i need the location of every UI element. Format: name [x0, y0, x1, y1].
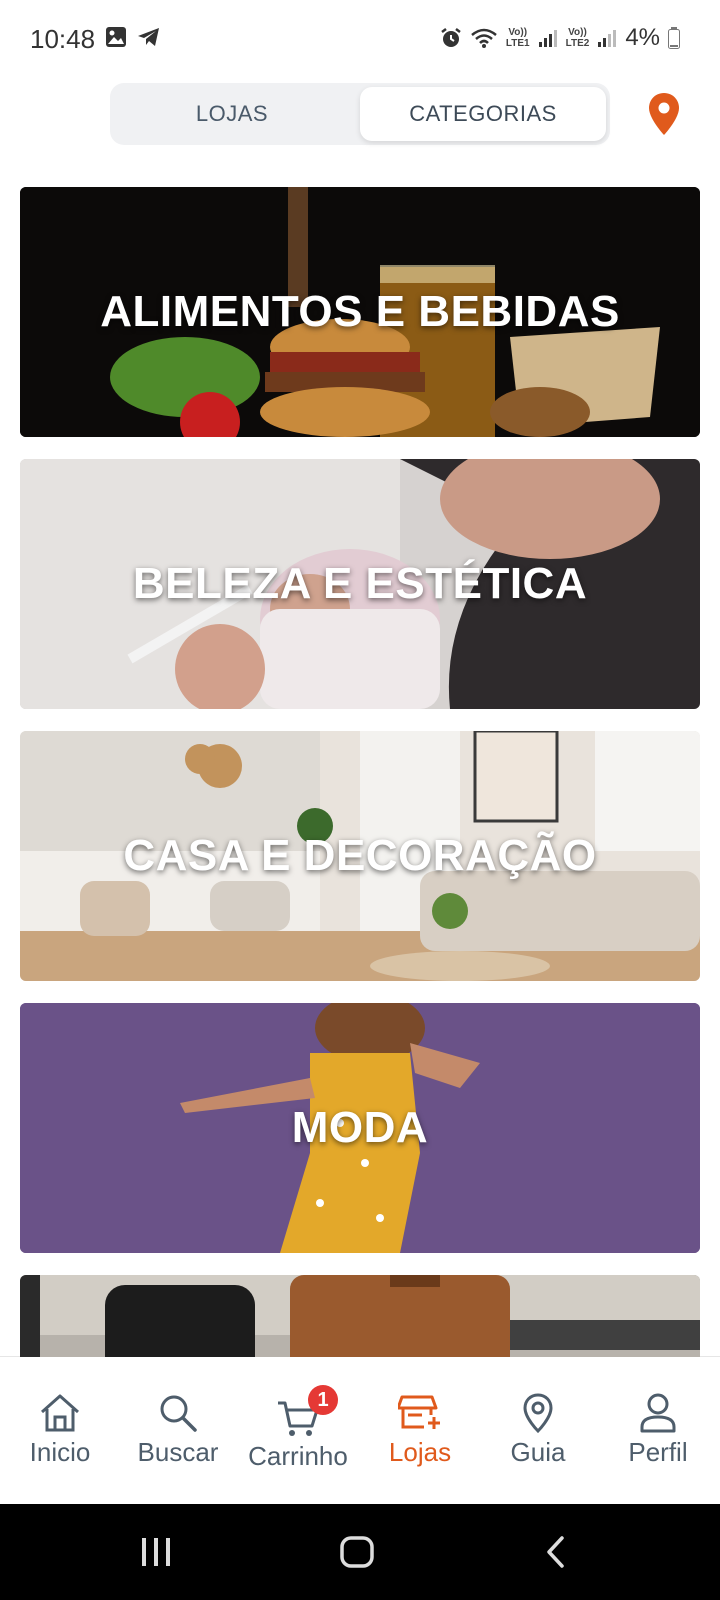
tab-categorias[interactable]: CATEGORIAS: [360, 87, 606, 141]
nav-label-buscar: Buscar: [137, 1437, 219, 1467]
store-category-toggle: LOJAS CATEGORIAS: [110, 83, 610, 145]
nav-item-carrinho[interactable]: 1 Carrinho: [238, 1357, 358, 1505]
nav-item-perfil[interactable]: Perfil: [598, 1357, 718, 1505]
battery-percent: 4%: [625, 24, 660, 51]
nav-item-inicio[interactable]: Inicio: [0, 1357, 120, 1505]
gallery-icon: [106, 27, 126, 47]
category-list: ALIMENTOS E BEBIDAS BELEZA E ESTÉTICA CA…: [20, 187, 700, 1357]
category-card-acessorios[interactable]: [20, 1275, 700, 1357]
nav-label-inicio: Inicio: [29, 1437, 91, 1467]
category-label: MODA: [291, 1103, 429, 1152]
nav-label-lojas: Lojas: [388, 1437, 452, 1467]
system-navigation-bar: [0, 1504, 720, 1600]
nav-item-guia[interactable]: Guia: [478, 1357, 598, 1505]
category-label: ALIMENTOS E BEBIDAS: [100, 287, 620, 336]
store-icon: [398, 1395, 440, 1429]
user-icon: [640, 1393, 676, 1433]
tab-lojas[interactable]: LOJAS: [114, 87, 350, 141]
recent-apps-icon[interactable]: [138, 1532, 174, 1572]
lte2-indicator: Vo)) LTE2: [565, 27, 590, 49]
location-pin-icon[interactable]: [648, 92, 680, 136]
home-icon: [41, 1394, 79, 1432]
status-time: 10:48: [30, 24, 96, 54]
signal-2-icon: [598, 30, 617, 47]
telegram-icon: [138, 28, 159, 46]
category-card-beleza[interactable]: BELEZA E ESTÉTICA: [20, 459, 700, 709]
nav-label-carrinho: Carrinho: [248, 1441, 348, 1471]
nav-label-perfil: Perfil: [628, 1437, 688, 1467]
alarm-icon: [441, 28, 461, 47]
category-card-moda[interactable]: MODA: [20, 1003, 700, 1253]
category-label: BELEZA E ESTÉTICA: [132, 559, 588, 608]
nav-item-buscar[interactable]: Buscar: [118, 1357, 238, 1505]
location-pin-icon: [523, 1393, 553, 1433]
status-bar: 10:48 Vo)) LTE1 Vo)) LTE2 4%: [0, 0, 720, 80]
bottom-navigation: Inicio Buscar 1 Carrinho Lojas Guia Perf…: [0, 1356, 720, 1505]
home-button-icon[interactable]: [338, 1532, 378, 1572]
category-label: CASA E DECORAÇÃO: [123, 831, 597, 880]
category-card-alimentos[interactable]: ALIMENTOS E BEBIDAS: [20, 187, 700, 437]
signal-1-icon: [538, 30, 557, 47]
accessories-image: [20, 1275, 700, 1357]
lte1-indicator: Vo)) LTE1: [505, 27, 530, 49]
category-card-casa[interactable]: CASA E DECORAÇÃO: [20, 731, 700, 981]
nav-item-lojas[interactable]: Lojas: [360, 1357, 480, 1505]
search-icon: [160, 1395, 197, 1432]
battery-icon: [668, 27, 680, 49]
nav-label-guia: Guia: [510, 1437, 566, 1467]
wifi-icon: [471, 28, 497, 48]
cart-badge: 1: [308, 1385, 338, 1415]
back-icon[interactable]: [540, 1532, 570, 1572]
